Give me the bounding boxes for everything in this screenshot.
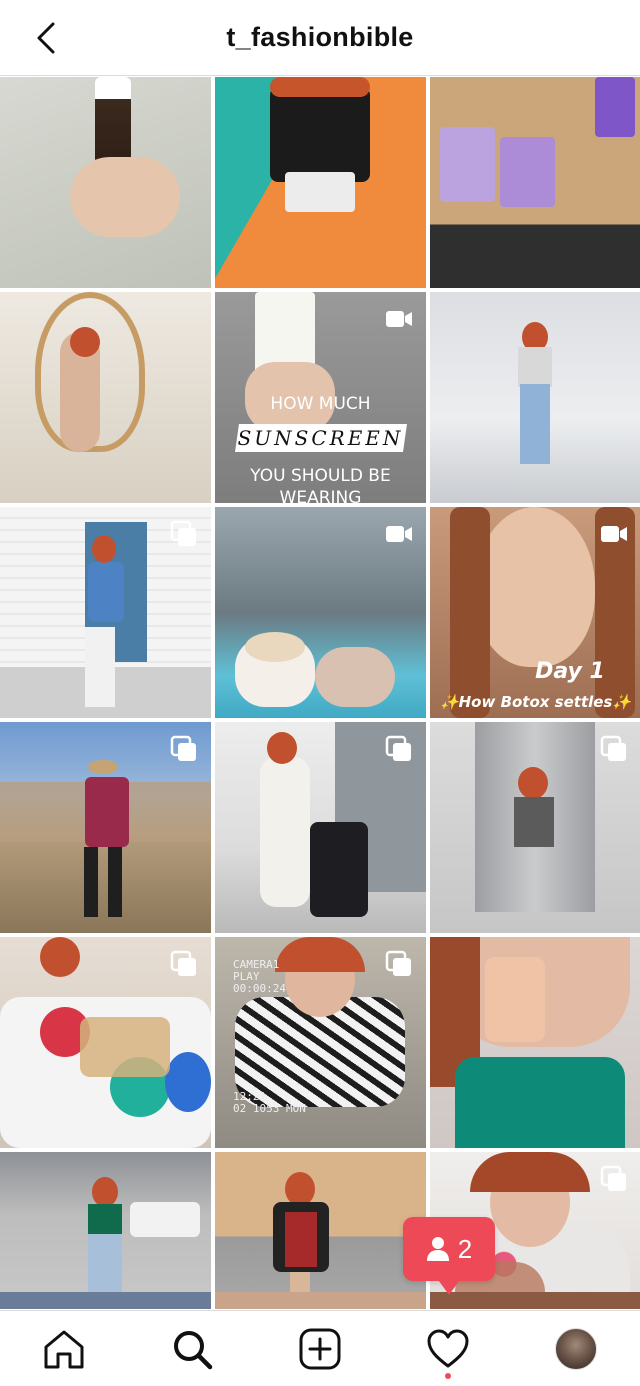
carousel-icon [169,734,199,764]
grid-post-zebra-top[interactable]: CAMERA1 PLAY 00:00:24 12:21 02 1053 MON [215,937,426,1148]
grid-post-partial-2[interactable] [215,1292,426,1309]
nav-home[interactable] [32,1317,96,1381]
post-grid: HOW MUCH SUNSCREEN YOU SHOULD BE WEARING [0,77,640,1309]
follower-notification[interactable]: 2 [403,1217,495,1295]
grid-post-crowd[interactable] [215,507,426,718]
overlay-day: Day 1 [535,659,605,684]
nav-search[interactable] [160,1317,224,1381]
add-post-icon [299,1328,341,1369]
heart-icon [427,1329,469,1367]
notification-count: 2 [457,1233,473,1264]
overlay-line-3: YOU SHOULD BE [250,466,391,486]
grid-post-mickey-shirt[interactable] [215,77,426,288]
back-button[interactable] [26,18,66,58]
carousel-icon [599,1164,629,1194]
grid-post-sunscreen[interactable]: HOW MUCH SUNSCREEN YOU SHOULD BE WEARING [215,292,426,503]
overlay-line-1: HOW MUCH [270,394,371,414]
carousel-icon [169,519,199,549]
grid-post-balloons[interactable] [0,937,211,1148]
grid-post-parking-green[interactable] [0,1152,211,1309]
grid-post-botox[interactable]: Day 1 ✨How Botox settles✨ [430,507,640,718]
bottom-nav [0,1310,640,1386]
video-icon [384,519,414,549]
person-icon [426,1237,449,1261]
video-icon [599,519,629,549]
grid-post-partial-1[interactable] [0,1292,211,1309]
camera-time: 00:00:24 [233,982,286,995]
grid-post-elevator[interactable] [430,722,640,933]
carousel-icon [169,949,199,979]
grid-post-perfume[interactable] [430,937,640,1148]
grid-post-blue-door[interactable] [0,507,211,718]
search-icon [174,1330,213,1369]
carousel-icon [599,734,629,764]
overlay-line-2: SUNSCREEN [237,426,404,450]
page-title: t_fashionbible [226,22,414,52]
grid-post-serum-bottle[interactable] [0,77,211,288]
grid-post-partial-3[interactable] [430,1292,640,1309]
profile-avatar [555,1327,597,1370]
grid-post-egg-chair[interactable] [0,292,211,503]
top-bar: t_fashionbible [0,0,640,76]
grid-post-garage-jeans[interactable] [430,292,640,503]
nav-activity[interactable] [416,1317,480,1381]
nav-profile[interactable] [544,1317,608,1381]
carousel-icon [384,734,414,764]
home-icon [44,1330,84,1368]
overlay-caption: ✨How Botox settles✨ [439,693,632,711]
grid-post-parking-jacket[interactable] [215,1152,426,1309]
grid-post-drinks[interactable] [430,77,640,288]
camera-text-block: CAMERA1 PLAY 00:00:24 [233,959,286,995]
nav-new-post[interactable] [288,1317,352,1381]
overlay-line-4: WEARING [279,488,362,503]
carousel-icon [384,949,414,979]
video-icon [384,304,414,334]
camera-date-block: 12:21 02 1053 MON [233,1091,306,1115]
chevron-left-icon [37,22,55,54]
activity-dot [445,1372,451,1379]
grid-post-cowboy-boots[interactable] [0,722,211,933]
grid-post-suitcase[interactable] [215,722,426,933]
camera-date: 02 1053 MON [233,1102,306,1115]
